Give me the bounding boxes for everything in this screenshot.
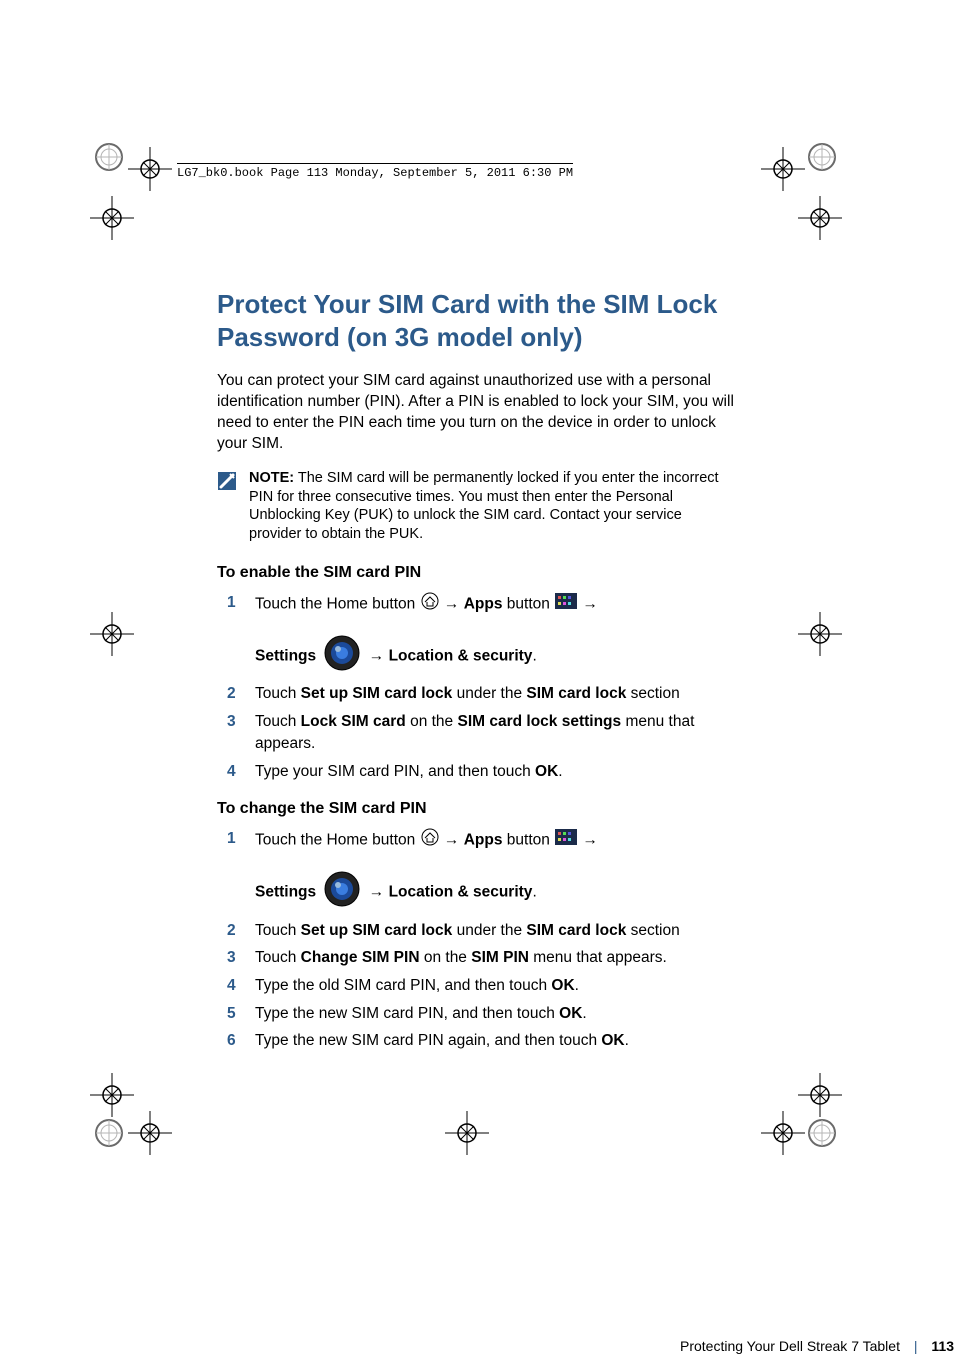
crop-mark-icon [798, 612, 842, 656]
step-bold: OK [601, 1032, 624, 1049]
arrow-icon: → [444, 596, 460, 613]
enable-steps: Touch the Home button → Apps button → Se… [217, 592, 737, 782]
change-steps: Touch the Home button → Apps button → Se… [217, 828, 737, 1052]
location-security-label: Location & security [389, 647, 533, 664]
settings-label: Settings [255, 647, 316, 664]
step-text: Touch [255, 685, 301, 702]
step-bold: Set up SIM card lock [301, 922, 453, 939]
enable-step-3: Touch Lock SIM card on the SIM card lock… [217, 711, 737, 754]
arrow-icon: → [444, 832, 460, 849]
change-step-3: Touch Change SIM PIN on the SIM PIN menu… [217, 947, 737, 969]
step-bold: Change SIM PIN [301, 949, 420, 966]
step-text: under the [452, 922, 526, 939]
step-bold: SIM card lock [526, 922, 626, 939]
step-text: . [558, 763, 562, 780]
step-bold: Set up SIM card lock [301, 685, 453, 702]
change-step-2: Touch Set up SIM card lock under the SIM… [217, 920, 737, 942]
apps-grid-icon [555, 829, 577, 852]
note-label: NOTE: [249, 470, 294, 486]
step-text: under the [452, 685, 526, 702]
print-globe-icon [807, 1118, 837, 1148]
print-globe-icon [807, 142, 837, 172]
step-text: Type the old SIM card PIN, and then touc… [255, 977, 551, 994]
apps-grid-icon [555, 593, 577, 616]
apps-label: Apps [464, 596, 503, 613]
enable-step-2: Touch Set up SIM card lock under the SIM… [217, 683, 737, 705]
arrow-icon: → [582, 596, 598, 613]
note-body: The SIM card will be permanently locked … [249, 470, 719, 543]
home-icon [421, 592, 439, 617]
change-heading: To change the SIM card PIN [217, 800, 737, 818]
crop-mark-icon [798, 196, 842, 240]
page-number: 113 [931, 1338, 954, 1354]
note-icon [217, 471, 237, 496]
print-globe-icon [94, 1118, 124, 1148]
footer-chapter: Protecting Your Dell Streak 7 Tablet [680, 1338, 900, 1354]
step-bold: SIM PIN [471, 949, 529, 966]
note-text: NOTE: The SIM card will be permanently l… [249, 469, 737, 544]
step-text: Type the new SIM card PIN again, and the… [255, 1032, 601, 1049]
crop-mark-icon [761, 147, 805, 191]
step-text: Type your SIM card PIN, and then touch [255, 763, 535, 780]
step-bold: OK [551, 977, 574, 994]
step-text: Type the new SIM card PIN, and then touc… [255, 1005, 559, 1022]
change-step-1: Touch the Home button → Apps button → Se… [217, 828, 737, 913]
change-step-4: Type the old SIM card PIN, and then touc… [217, 975, 737, 997]
settings-orb-icon [324, 635, 360, 678]
page-footer: Protecting Your Dell Streak 7 Tablet | 1… [217, 1338, 954, 1354]
step-text: button [507, 832, 554, 849]
settings-orb-icon [324, 871, 360, 914]
change-step-5: Type the new SIM card PIN, and then touc… [217, 1003, 737, 1025]
step-text: Touch [255, 949, 301, 966]
step-bold: OK [535, 763, 558, 780]
arrow-icon: → [369, 883, 385, 900]
step-text: on the [406, 713, 458, 730]
step-text: Touch [255, 713, 301, 730]
step-text: . [575, 977, 579, 994]
crop-mark-icon [445, 1111, 489, 1155]
step-text: Touch the Home button [255, 832, 420, 849]
change-step-6: Type the new SIM card PIN again, and the… [217, 1030, 737, 1052]
print-globe-icon [94, 142, 124, 172]
step-text: section [626, 922, 679, 939]
intro-paragraph: You can protect your SIM card against un… [217, 371, 737, 455]
location-security-label: Location & security [389, 883, 533, 900]
note-block: NOTE: The SIM card will be permanently l… [217, 469, 737, 544]
step-bold: SIM card lock settings [457, 713, 621, 730]
enable-step-1: Touch the Home button → Apps button → Se… [217, 592, 737, 677]
step-text: section [626, 685, 679, 702]
crop-mark-icon [90, 196, 134, 240]
page-title: Protect Your SIM Card with the SIM Lock … [217, 288, 737, 353]
enable-step-4: Type your SIM card PIN, and then touch O… [217, 761, 737, 783]
print-header-stamp: LG7_bk0.book Page 113 Monday, September … [177, 163, 573, 180]
step-bold: Lock SIM card [301, 713, 406, 730]
step-bold: SIM card lock [526, 685, 626, 702]
home-icon [421, 828, 439, 853]
step-text: button [507, 596, 554, 613]
crop-mark-icon [128, 1111, 172, 1155]
footer-separator: | [914, 1338, 918, 1354]
arrow-icon: → [369, 647, 385, 664]
crop-mark-icon [90, 612, 134, 656]
enable-heading: To enable the SIM card PIN [217, 564, 737, 582]
crop-mark-icon [761, 1111, 805, 1155]
arrow-icon: → [582, 832, 598, 849]
step-text: . [582, 1005, 586, 1022]
step-text: . [625, 1032, 629, 1049]
crop-mark-icon [128, 147, 172, 191]
step-bold: OK [559, 1005, 582, 1022]
page-content: Protect Your SIM Card with the SIM Lock … [217, 288, 737, 1058]
step-text: Touch [255, 922, 301, 939]
step-text: Touch the Home button [255, 596, 420, 613]
settings-label: Settings [255, 883, 316, 900]
step-text: on the [420, 949, 472, 966]
step-text: menu that appears. [529, 949, 667, 966]
apps-label: Apps [464, 832, 503, 849]
